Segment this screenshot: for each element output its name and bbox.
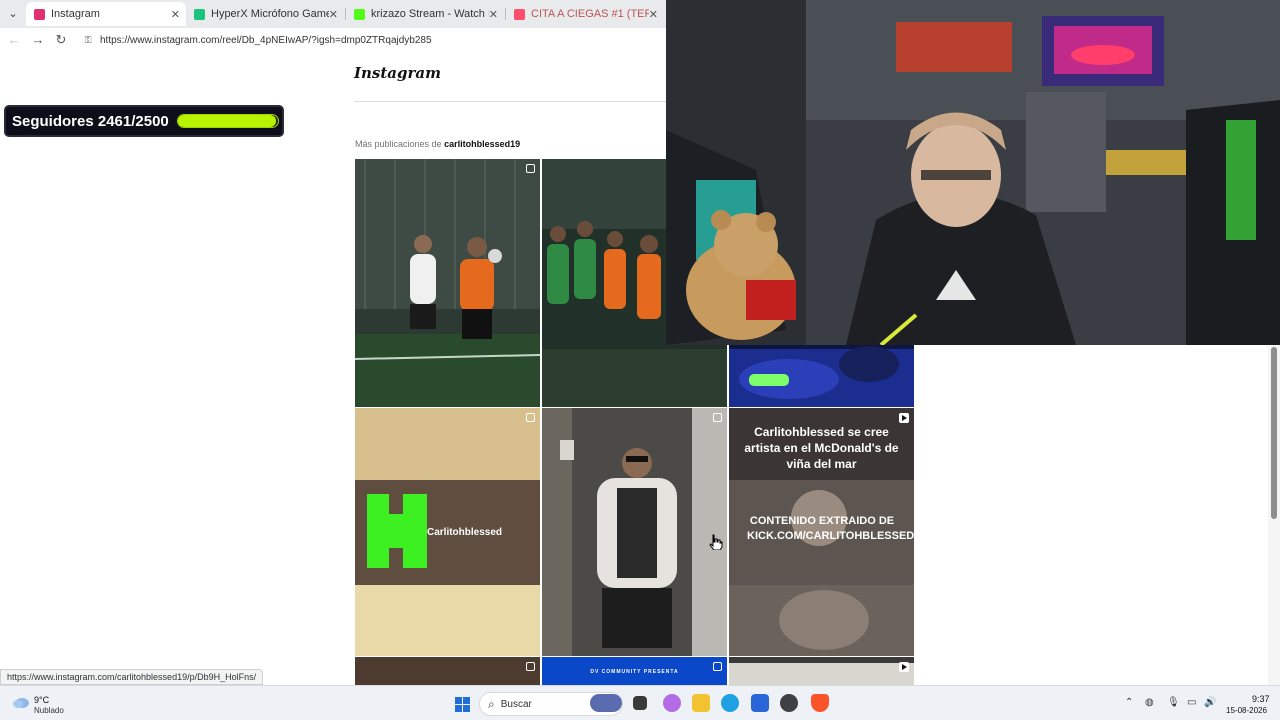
multiple-photos-icon	[713, 413, 722, 422]
tab-title: krizazo Stream - Watch Live on Kick	[371, 8, 489, 20]
search-highlight-icon[interactable]	[590, 694, 622, 712]
close-tab-icon[interactable]: ✕	[171, 8, 180, 21]
microsoft-store-icon[interactable]	[751, 694, 769, 712]
webcam-feed	[666, 0, 1280, 345]
tab-title: CITA A CIEGAS #1 (TERMINA BIEN)	[531, 8, 649, 20]
volume-icon[interactable]: 🔊	[1204, 697, 1216, 708]
more-posts-label: Más publicaciones de	[355, 139, 442, 149]
post-thumbnail-mcdonalds-reel[interactable]: Carlitohblessed se cree artista en el Mc…	[729, 408, 914, 656]
browser-toolbar: ← → ↻ ⚿ https://www.instagram.com/reel/D…	[0, 28, 666, 52]
post-image	[542, 408, 727, 656]
post-thumbnail-kick-clip[interactable]: Carlitohblessed	[355, 408, 540, 656]
chrome-icon[interactable]	[780, 694, 798, 712]
more-posts-heading: Más publicaciones de carlitohblessed19	[355, 139, 520, 149]
tab-title: HyperX Micrófono Gamer HyperX	[211, 8, 329, 20]
tab-kick[interactable]: krizazo Stream - Watch Live on Kick ✕	[346, 2, 504, 26]
search-icon: ⌕	[488, 696, 495, 711]
tab-youtube[interactable]: CITA A CIEGAS #1 (TERMINA BIEN) ✕	[506, 2, 664, 26]
youtube-favicon-icon	[514, 8, 525, 20]
file-explorer-icon[interactable]	[692, 694, 710, 712]
weather-description[interactable]: Nublado	[34, 706, 64, 715]
post-image	[729, 657, 914, 685]
screen: ⌄ Instagram ✕ HyperX Micrófono Gamer Hyp…	[0, 0, 1280, 720]
start-button[interactable]	[455, 697, 470, 712]
edge-icon[interactable]	[721, 694, 739, 712]
microphone-icon[interactable]: 🎙	[1167, 697, 1180, 708]
tab-instagram[interactable]: Instagram ✕	[26, 2, 186, 26]
multiple-photos-icon	[526, 164, 535, 173]
browser-tab-strip: ⌄ Instagram ✕ HyperX Micrófono Gamer Hyp…	[0, 0, 666, 28]
brave-icon[interactable]	[811, 694, 829, 712]
tab-title: Instagram	[51, 8, 100, 20]
weather-temperature[interactable]: 9°C	[34, 695, 49, 705]
profile-username-link[interactable]: carlitohblessed19	[444, 139, 520, 149]
chevron-up-icon[interactable]: ⌃	[1125, 697, 1133, 708]
reel-caption-text: Carlitohblessed se cree artista en el Mc…	[744, 425, 899, 471]
clock-time[interactable]: 9:37	[1252, 694, 1270, 704]
copilot-icon[interactable]	[663, 694, 681, 712]
kick-favicon-icon	[354, 8, 365, 20]
instagram-favicon-icon	[34, 8, 45, 20]
kick-watermark-text: Carlitohblessed	[427, 527, 503, 538]
close-tab-icon[interactable]: ✕	[649, 8, 658, 21]
display-icon[interactable]: ▭	[1187, 697, 1196, 708]
reel-icon	[899, 662, 909, 672]
multiple-photos-icon	[526, 413, 535, 422]
post-image	[355, 657, 540, 685]
cloud-icon[interactable]	[12, 695, 30, 709]
webcam-image	[666, 0, 1280, 345]
post-banner-text: DV COMMUNITY PRESENTA	[590, 669, 679, 675]
multiple-photos-icon	[526, 662, 535, 671]
follower-goal-widget: Seguidores 2461/2500	[4, 105, 284, 137]
post-thumbnail-football-goalkeeper[interactable]	[355, 159, 540, 407]
post-thumbnail[interactable]	[729, 657, 914, 685]
reload-icon[interactable]: ↻	[53, 32, 69, 48]
tab-hyperx[interactable]: HyperX Micrófono Gamer HyperX ✕	[186, 2, 344, 26]
clock-date[interactable]: 15-08-2026	[1226, 706, 1267, 715]
post-thumbnail-elevator[interactable]	[542, 408, 727, 656]
instagram-logo[interactable]: Instagram	[354, 64, 441, 82]
back-arrow-icon[interactable]: ←	[6, 32, 22, 48]
follower-goal-fill	[177, 115, 277, 127]
scrollbar-thumb[interactable]	[1271, 347, 1277, 519]
reel-overlay-text: CONTENIDO EXTRAIDO DE KICK.COM/CARLITOHB…	[747, 515, 914, 542]
site-info-icon[interactable]: ⚿	[82, 34, 94, 46]
follower-goal-label: Seguidores 2461/2500	[12, 112, 169, 130]
page-scrollbar[interactable]	[1268, 345, 1280, 685]
forward-arrow-icon[interactable]: →	[30, 32, 46, 48]
follower-goal-bar	[176, 114, 279, 128]
address-bar[interactable]: ⚿ https://www.instagram.com/reel/Db_4pNE…	[76, 30, 666, 50]
link-status-bubble: https://www.instagram.com/carlitohblesse…	[0, 669, 264, 685]
post-thumbnail-dv-community[interactable]: DV COMMUNITY PRESENTA	[542, 657, 727, 685]
task-view-icon[interactable]	[633, 696, 647, 710]
search-placeholder: Buscar	[500, 698, 532, 710]
close-tab-icon[interactable]: ✕	[329, 8, 338, 21]
hyperx-favicon-icon	[194, 8, 205, 20]
url-text: https://www.instagram.com/reel/Db_4pNEIw…	[100, 34, 432, 46]
close-tab-icon[interactable]: ✕	[489, 8, 498, 21]
multiple-photos-icon	[713, 662, 722, 671]
post-image	[355, 159, 540, 407]
post-thumbnail[interactable]	[355, 657, 540, 685]
taskbar: 9°C Nublado ⌕ Buscar ⌃ ◍ 🎙 ▭ 🔊 9:37 15-0…	[0, 685, 1280, 720]
hand-cursor-icon	[709, 534, 723, 550]
network-icon[interactable]: ◍	[1145, 697, 1154, 708]
reel-icon	[899, 413, 909, 423]
tab-search-chevron-icon[interactable]: ⌄	[4, 5, 22, 23]
divider	[354, 101, 666, 102]
